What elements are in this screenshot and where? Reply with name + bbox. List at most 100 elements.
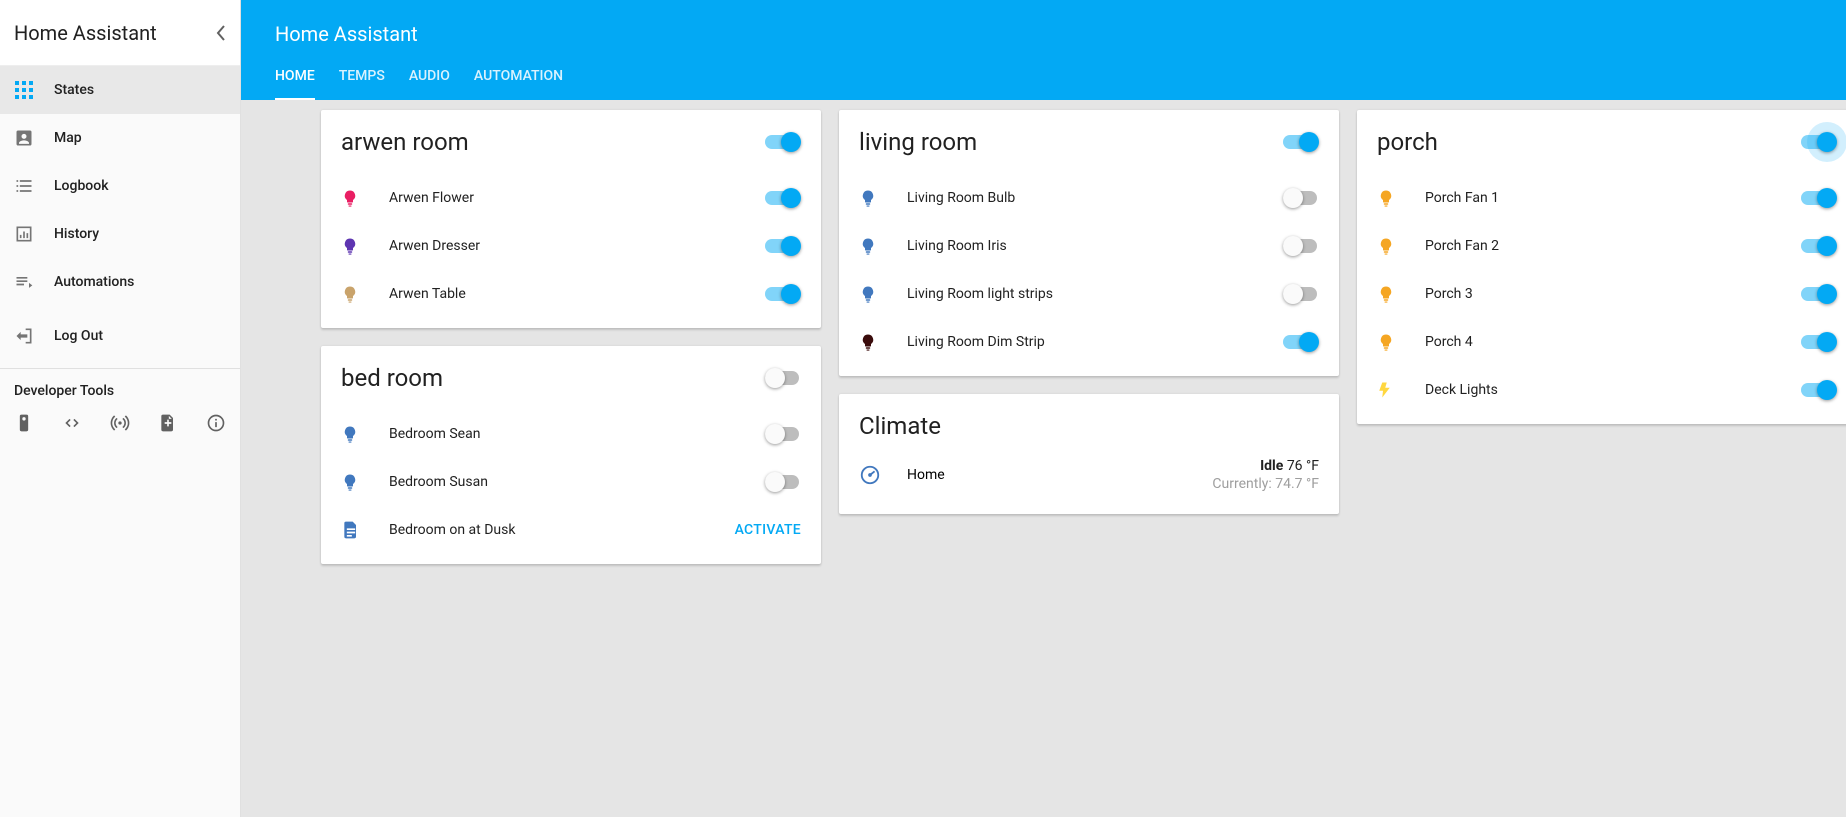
entity-name[interactable]: Living Room Iris: [907, 238, 1283, 254]
entity-name[interactable]: Bedroom Sean: [389, 426, 765, 442]
entity-row: Porch 4: [1377, 318, 1837, 366]
sidebar-item-map[interactable]: Map: [0, 114, 240, 162]
group-toggle-arwen[interactable]: [765, 132, 801, 152]
sidebar-item-label: States: [54, 82, 94, 98]
entity-toggle[interactable]: [1801, 236, 1837, 256]
card-title: living room: [859, 128, 977, 156]
group-toggle-living[interactable]: [1283, 132, 1319, 152]
entity-name[interactable]: Bedroom on at Dusk: [389, 522, 735, 538]
entity-name[interactable]: Bedroom Susan: [389, 474, 765, 490]
climate-name: Home: [907, 467, 1212, 483]
sidebar-item-label: Logbook: [54, 178, 109, 194]
bulb-icon: [859, 282, 907, 306]
entity-toggle[interactable]: [1801, 284, 1837, 304]
entity-toggle[interactable]: [1283, 236, 1319, 256]
card-title: Climate: [859, 412, 941, 440]
sidebar-item-label: Log Out: [54, 328, 103, 344]
entity-name[interactable]: Porch 4: [1425, 334, 1801, 350]
tabs: HOME TEMPS AUDIO AUTOMATION: [275, 68, 1846, 100]
main-content: Home Assistant HOME TEMPS AUDIO AUTOMATI…: [241, 0, 1846, 817]
card-porch: porch Porch Fan 1 Porch Fan 2 Porch 3 Po…: [1357, 110, 1846, 424]
bulb-icon: [341, 422, 389, 446]
entity-toggle[interactable]: [765, 284, 801, 304]
tab-audio[interactable]: AUDIO: [409, 68, 450, 100]
entity-toggle[interactable]: [765, 424, 801, 444]
sidebar-item-history[interactable]: History: [0, 210, 240, 258]
entity-name[interactable]: Living Room Dim Strip: [907, 334, 1283, 350]
entity-toggle[interactable]: [765, 236, 801, 256]
entity-row: Bedroom Susan: [341, 458, 801, 506]
column-2: living room Living Room Bulb Living Room…: [839, 110, 1339, 514]
entity-name[interactable]: Living Room light strips: [907, 286, 1283, 302]
sidebar-item-logbook[interactable]: Logbook: [0, 162, 240, 210]
tab-temps[interactable]: TEMPS: [339, 68, 385, 100]
activate-button[interactable]: ACTIVATE: [735, 522, 801, 538]
group-toggle-porch[interactable]: [1801, 132, 1837, 152]
code-icon[interactable]: [62, 413, 82, 433]
entity-name[interactable]: Arwen Table: [389, 286, 765, 302]
apps-icon: [14, 80, 54, 100]
bulb-icon: [341, 282, 389, 306]
entity-name[interactable]: Deck Lights: [1425, 382, 1801, 398]
entity-name[interactable]: Porch Fan 1: [1425, 190, 1801, 206]
sidebar-item-logout[interactable]: Log Out: [0, 312, 240, 360]
cards-content: arwen room Arwen Flower Arwen Dresser Ar…: [241, 100, 1846, 817]
tab-home[interactable]: HOME: [275, 68, 315, 100]
nav-list: States Map Logbook History Automations: [0, 66, 240, 360]
sidebar-item-states[interactable]: States: [0, 66, 240, 114]
climate-state: Idle: [1260, 458, 1283, 474]
chevron-left-icon[interactable]: [216, 25, 226, 41]
card-title: porch: [1377, 128, 1438, 156]
entity-name[interactable]: Living Room Bulb: [907, 190, 1283, 206]
bulb-icon: [1377, 234, 1425, 258]
entity-toggle[interactable]: [1801, 188, 1837, 208]
climate-entity-row[interactable]: Home Idle 76 °F Currently: 74.7 °F: [859, 450, 1319, 504]
entity-row: Arwen Table: [341, 270, 801, 318]
developer-tools-section: Developer Tools: [0, 368, 240, 433]
tab-automation[interactable]: AUTOMATION: [474, 68, 563, 100]
bulb-icon: [341, 186, 389, 210]
entity-toggle[interactable]: [1283, 284, 1319, 304]
sidebar-item-automations[interactable]: Automations: [0, 258, 240, 306]
entity-row: Bedroom Sean: [341, 410, 801, 458]
developer-tools-icons: [14, 413, 226, 433]
page-title: Home Assistant: [275, 22, 1846, 46]
file-icon[interactable]: [158, 413, 178, 433]
entity-toggle[interactable]: [1801, 380, 1837, 400]
entity-row: Deck Lights: [1377, 366, 1837, 414]
column-1: arwen room Arwen Flower Arwen Dresser Ar…: [321, 110, 821, 564]
entity-name[interactable]: Arwen Dresser: [389, 238, 765, 254]
info-icon[interactable]: [206, 413, 226, 433]
radio-tower-icon[interactable]: [110, 413, 130, 433]
entity-row: Living Room Dim Strip: [859, 318, 1319, 366]
card-bed-room: bed room Bedroom Sean Bedroom Susan Bedr…: [321, 346, 821, 564]
card-title: bed room: [341, 364, 443, 392]
sidebar-item-label: Map: [54, 130, 82, 146]
entity-name[interactable]: Porch Fan 2: [1425, 238, 1801, 254]
entity-row: Porch Fan 1: [1377, 174, 1837, 222]
entity-toggle[interactable]: [1283, 188, 1319, 208]
bulb-icon: [1377, 186, 1425, 210]
entity-row: Porch 3: [1377, 270, 1837, 318]
bulb-icon: [859, 330, 907, 354]
entity-name[interactable]: Porch 3: [1425, 286, 1801, 302]
account-box-icon: [14, 128, 54, 148]
entity-row: Arwen Flower: [341, 174, 801, 222]
climate-current-label: Currently:: [1212, 476, 1271, 492]
header: Home Assistant HOME TEMPS AUDIO AUTOMATI…: [241, 0, 1846, 100]
thermostat-icon: [859, 464, 907, 486]
column-3: porch Porch Fan 1 Porch Fan 2 Porch 3 Po…: [1357, 110, 1846, 424]
entity-toggle[interactable]: [1801, 332, 1837, 352]
entity-row-scene: Bedroom on at Dusk ACTIVATE: [341, 506, 801, 554]
entity-row: Living Room light strips: [859, 270, 1319, 318]
entity-toggle[interactable]: [765, 188, 801, 208]
entity-name[interactable]: Arwen Flower: [389, 190, 765, 206]
entity-row: Living Room Iris: [859, 222, 1319, 270]
bulb-icon: [341, 470, 389, 494]
entity-toggle[interactable]: [765, 472, 801, 492]
remote-icon[interactable]: [14, 413, 34, 433]
entity-toggle[interactable]: [1283, 332, 1319, 352]
group-toggle-bedroom[interactable]: [765, 368, 801, 388]
entity-row: Arwen Dresser: [341, 222, 801, 270]
list-icon: [14, 176, 54, 196]
